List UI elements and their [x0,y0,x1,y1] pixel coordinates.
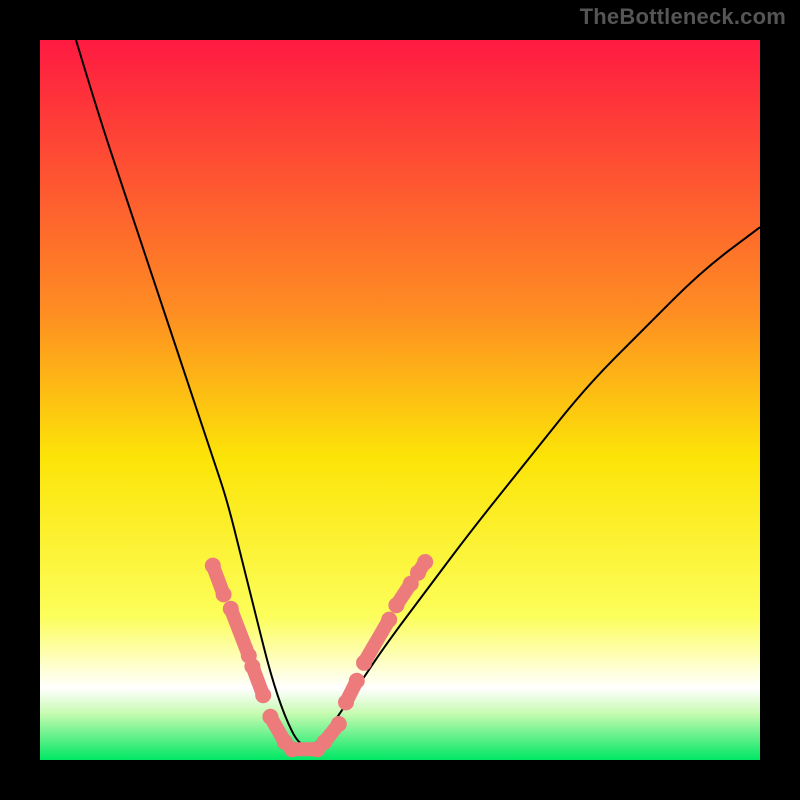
marker-dot [255,687,271,703]
gradient-background [40,40,760,760]
marker-dot [205,558,221,574]
marker-dot [356,655,372,671]
marker-dot [223,601,239,617]
marker-dot [338,694,354,710]
marker-dot [216,586,232,602]
marker-dot [388,597,404,613]
marker-dot [316,734,332,750]
chart-frame: TheBottleneck.com [0,0,800,800]
attribution-label: TheBottleneck.com [580,4,786,30]
marker-dot [381,612,397,628]
marker-dot [349,673,365,689]
marker-dot [284,741,300,757]
marker-dot [417,554,433,570]
plot-svg [40,40,760,760]
marker-dot [262,709,278,725]
marker-dot [331,716,347,732]
plot-area [40,40,760,760]
marker-dot [244,658,260,674]
